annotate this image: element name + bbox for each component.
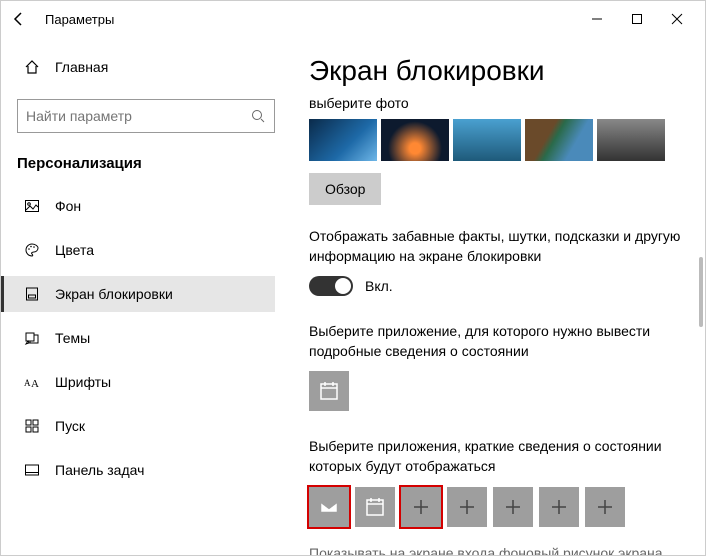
photo-thumb[interactable] [453,119,521,161]
nav-label: Фон [55,198,81,214]
mail-icon [318,496,340,518]
photo-thumb[interactable] [381,119,449,161]
nav-label: Пуск [55,418,85,434]
nav-lockscreen[interactable]: Экран блокировки [1,276,275,312]
palette-icon [23,242,41,258]
nav-colors[interactable]: Цвета [17,232,275,268]
quick-app-tile-add[interactable] [539,487,579,527]
choose-photo-label: выберите фото [309,95,687,111]
photo-thumb[interactable] [597,119,665,161]
start-icon [23,418,41,434]
themes-icon [23,330,41,346]
nav-label: Экран блокировки [55,286,173,302]
quick-app-tile-add[interactable] [447,487,487,527]
quick-app-tile-add[interactable] [493,487,533,527]
sidebar: Главная Персонализация Фон Цвета Экран б… [1,37,291,555]
plus-icon [457,497,477,517]
close-button[interactable] [657,4,697,34]
section-label: Персонализация [17,155,275,172]
quick-app-tile-add[interactable] [585,487,625,527]
plus-icon [411,497,431,517]
taskbar-icon [23,462,41,478]
nav-themes[interactable]: Темы [17,320,275,356]
calendar-icon [364,496,386,518]
detailed-app-label: Выберите приложение, для которого нужно … [309,322,687,361]
cutoff-text: Показывать на экране входа фоновый рисун… [309,545,687,555]
search-icon [250,108,266,124]
quick-app-tile-add[interactable] [401,487,441,527]
scrollbar-thumb[interactable] [699,257,703,327]
nav-background[interactable]: Фон [17,188,275,224]
plus-icon [503,497,523,517]
lockscreen-icon [23,286,41,302]
svg-text:A: A [31,378,39,390]
photo-thumb[interactable] [309,119,377,161]
window-title: Параметры [45,12,114,27]
nav-label: Панель задач [55,462,144,478]
nav-label: Главная [55,59,108,75]
nav-fonts[interactable]: AA Шрифты [17,364,275,400]
photo-thumb[interactable] [525,119,593,161]
nav-label: Темы [55,330,90,346]
back-button[interactable] [9,11,29,27]
nav-home[interactable]: Главная [17,49,275,85]
plus-icon [549,497,569,517]
search-box[interactable] [17,99,275,133]
page-title: Экран блокировки [309,55,687,87]
home-icon [23,59,41,75]
fun-facts-toggle[interactable] [309,276,353,296]
quick-app-tile-mail[interactable] [309,487,349,527]
picture-icon [23,198,41,214]
calendar-icon [318,380,340,402]
titlebar: Параметры [1,1,705,37]
fun-facts-label: Отображать забавные факты, шутки, подска… [309,227,687,266]
main-content: Экран блокировки выберите фото Обзор Ото… [291,37,705,555]
nav-label: Цвета [55,242,94,258]
nav-label: Шрифты [55,374,111,390]
photo-thumbnails [309,119,687,161]
maximize-button[interactable] [617,4,657,34]
minimize-button[interactable] [577,4,617,34]
browse-button[interactable]: Обзор [309,173,381,205]
toggle-state-label: Вкл. [365,278,393,294]
svg-text:A: A [24,378,31,388]
nav-taskbar[interactable]: Панель задач [17,452,275,488]
quick-app-tile-calendar[interactable] [355,487,395,527]
nav-start[interactable]: Пуск [17,408,275,444]
search-input[interactable] [26,108,250,124]
fonts-icon: AA [23,374,41,390]
quick-apps-label: Выберите приложения, краткие сведения о … [309,437,687,476]
detailed-app-tile[interactable] [309,371,349,411]
plus-icon [595,497,615,517]
